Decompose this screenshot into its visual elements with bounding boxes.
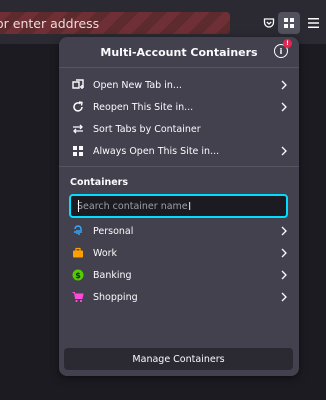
reopen-icon [71,100,85,114]
sort-tabs-item[interactable]: Sort Tabs by Container [59,118,299,140]
container-item-personal[interactable]: Personal [59,220,299,242]
pocket-button[interactable] [258,12,280,34]
divider [59,67,299,68]
sort-icon [71,122,85,136]
container-item-shopping[interactable]: Shopping [59,286,299,308]
open-new-tab-in-item[interactable]: Open New Tab in... [59,74,299,96]
hamburger-menu-icon [307,18,319,28]
menu-item-label: Always Open This Site in... [93,145,220,157]
containers-icon [284,18,294,28]
menu-item-label: Reopen This Site in... [93,101,194,113]
menu-item-label: Open New Tab in... [93,79,182,91]
panel-header: Multi-Account Containers i ! [59,37,299,67]
text-cursor-icon: I [188,200,192,213]
menu-item-label: Sort Tabs by Container [93,123,201,135]
containers-section-label: Containers [70,177,129,188]
chevron-right-icon [281,102,289,112]
info-icon: i [279,46,283,56]
manage-containers-button[interactable]: Manage Containers [64,348,293,370]
info-badge: ! [283,39,292,48]
always-open-icon [71,144,85,158]
container-label: Banking [93,269,132,281]
chevron-right-icon [281,292,289,302]
containers-toolbar-button[interactable] [278,12,300,34]
address-bar[interactable]: or enter address [0,12,230,34]
app-menu-button[interactable] [302,12,324,34]
container-label: Shopping [93,291,138,303]
container-item-work[interactable]: Work [59,242,299,264]
text-caret [78,200,79,212]
search-input[interactable] [77,200,257,212]
container-label: Personal [93,225,134,237]
briefcase-icon [71,246,85,260]
info-button[interactable]: i ! [274,39,292,58]
chevron-right-icon [281,248,289,258]
search-container-field[interactable]: I [69,194,288,218]
container-label: Work [93,247,118,259]
reopen-site-in-item[interactable]: Reopen This Site in... [59,96,299,118]
cart-icon [71,290,85,304]
chevron-right-icon [281,146,289,156]
containers-panel: Multi-Account Containers i ! Open New Ta… [59,37,299,376]
panel-title: Multi-Account Containers [100,45,258,59]
divider [59,166,299,167]
chevron-right-icon [281,226,289,236]
container-item-banking[interactable]: $ Banking [59,264,299,286]
chevron-right-icon [281,270,289,280]
svg-text:$: $ [75,271,81,280]
chevron-right-icon [281,80,289,90]
pocket-icon [263,18,275,28]
new-tab-icon [71,78,85,92]
fingerprint-icon [71,224,85,238]
dollar-icon: $ [71,268,85,282]
address-bar-placeholder: or enter address [0,15,100,31]
always-open-site-in-item[interactable]: Always Open This Site in... [59,140,299,162]
